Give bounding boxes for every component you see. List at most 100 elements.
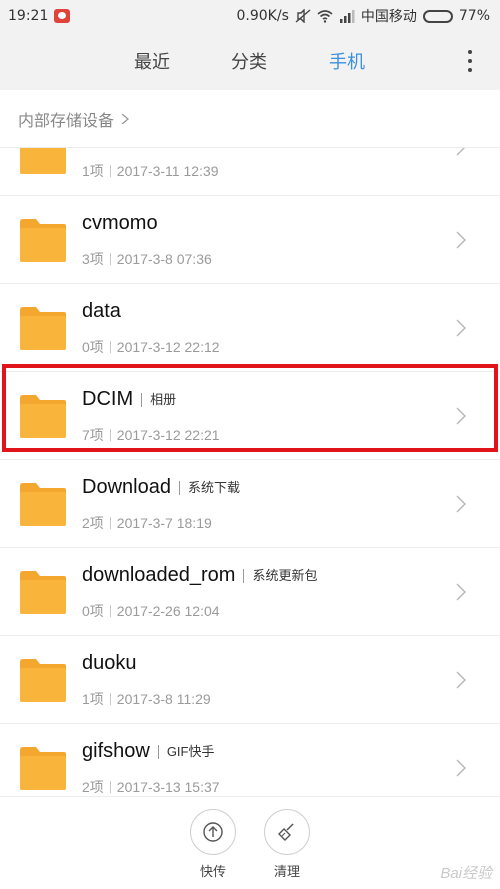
folder-icon xyxy=(20,219,66,262)
file-date: 2017-3-8 11:29 xyxy=(116,691,211,707)
file-date: 2017-3-12 22:21 xyxy=(116,427,220,443)
file-name: DCIM 相册 xyxy=(82,388,176,411)
file-name: cvmomo xyxy=(82,212,158,235)
file-item-count: 1项 xyxy=(82,163,104,179)
file-date: 2017-2-26 12:04 xyxy=(116,603,220,619)
file-meta: 1项 2017-3-11 12:39 xyxy=(82,161,219,181)
chevron-right-icon xyxy=(456,583,466,601)
chevron-right-icon xyxy=(456,671,466,689)
tab-bar: 最近 分类 手机 xyxy=(0,32,500,90)
share-button[interactable]: 快传 xyxy=(183,809,243,880)
file-name: data xyxy=(82,300,121,323)
file-name-text: cvmomo xyxy=(82,212,158,234)
more-menu-button[interactable] xyxy=(466,50,474,72)
chevron-right-icon xyxy=(456,407,466,425)
file-item-count: 0项 xyxy=(82,339,104,355)
file-name-text: duoku xyxy=(82,652,137,674)
tab-recent[interactable]: 最近 xyxy=(134,48,170,74)
file-meta: 0项 2017-2-26 12:04 xyxy=(82,601,220,621)
file-item-count: 3项 xyxy=(82,251,104,267)
file-tag: 相册 xyxy=(141,392,176,407)
folder-icon xyxy=(20,148,66,174)
meta-divider xyxy=(109,605,111,617)
tab-category[interactable]: 分类 xyxy=(231,48,267,74)
file-name: gifshow GIF快手 xyxy=(82,740,214,763)
file-date: 2017-3-7 18:19 xyxy=(116,515,212,531)
signal-icon xyxy=(339,10,355,23)
file-row-data[interactable]: data 0项 2017-3-12 22:12 xyxy=(0,284,500,372)
status-right: 0.90K/s 中国移动 77% xyxy=(237,6,491,26)
file-row-gifshow[interactable]: gifshow GIF快手 2项 2017-3-13 15:37 xyxy=(0,724,500,796)
folder-icon xyxy=(20,307,66,350)
folder-icon xyxy=(20,571,66,614)
file-date: 2017-3-13 15:37 xyxy=(116,779,220,795)
folder-icon xyxy=(20,395,66,438)
file-tag: 系统下载 xyxy=(178,480,240,495)
chevron-right-icon xyxy=(456,495,466,513)
file-item-count: 2项 xyxy=(82,515,104,531)
file-row-partial[interactable]: 1项 2017-3-11 12:39 xyxy=(0,148,500,196)
clean-label: 清理 xyxy=(273,865,300,880)
tab-phone[interactable]: 手机 xyxy=(329,48,365,74)
file-date: 2017-3-11 12:39 xyxy=(116,163,219,179)
file-name: duoku xyxy=(82,652,137,675)
file-item-count: 0项 xyxy=(82,603,104,619)
breadcrumb[interactable]: 内部存储设备 xyxy=(0,90,500,148)
file-tag: GIF快手 xyxy=(157,744,214,759)
file-meta: 0项 2017-3-12 22:12 xyxy=(82,337,220,357)
breadcrumb-label: 内部存储设备 xyxy=(18,110,115,130)
folder-icon xyxy=(20,659,66,702)
bottom-bar: 快传 清理 Bai经验 xyxy=(0,796,500,889)
meta-divider xyxy=(109,517,111,529)
file-name: downloaded_rom 系统更新包 xyxy=(82,564,317,587)
chevron-right-icon xyxy=(456,231,466,249)
file-meta: 2项 2017-3-7 18:19 xyxy=(82,513,212,533)
watermark: Bai经验 xyxy=(440,865,492,882)
chevron-right-icon xyxy=(456,759,466,777)
chevron-right-icon xyxy=(456,319,466,337)
file-row-downloaded_rom[interactable]: downloaded_rom 系统更新包 0项 2017-2-26 12:04 xyxy=(0,548,500,636)
more-dot-icon xyxy=(468,68,472,72)
carrier-name: 中国移动 xyxy=(360,9,417,25)
share-circle xyxy=(190,809,236,855)
status-bar: 19:21 0.90K/s 中国移动 77% xyxy=(0,0,500,32)
clean-button[interactable]: 清理 xyxy=(257,809,317,880)
file-tag: 系统更新包 xyxy=(243,568,317,583)
chevron-right-icon xyxy=(456,148,465,156)
file-item-count: 2项 xyxy=(82,779,104,795)
file-row-duoku[interactable]: duoku 1项 2017-3-8 11:29 xyxy=(0,636,500,724)
file-meta: 3项 2017-3-8 07:36 xyxy=(82,249,212,269)
file-row-cvmomo[interactable]: cvmomo 3项 2017-3-8 07:36 xyxy=(0,196,500,284)
more-dot-icon xyxy=(468,59,472,63)
meta-divider xyxy=(109,429,111,441)
folder-icon xyxy=(20,483,66,526)
file-meta: 7项 2017-3-12 22:21 xyxy=(82,425,220,445)
meta-divider xyxy=(109,165,111,177)
status-time: 19:21 xyxy=(8,8,49,24)
wifi-icon xyxy=(317,10,333,23)
status-left: 19:21 xyxy=(8,8,71,24)
file-list: 1项 2017-3-11 12:39 cvmomo 3项 2017-3-8 07:36 d… xyxy=(0,148,500,796)
file-row-download[interactable]: Download 系统下载 2项 2017-3-7 18:19 xyxy=(0,460,500,548)
more-dot-icon xyxy=(468,50,472,54)
file-date: 2017-3-8 07:36 xyxy=(116,251,212,267)
meta-divider xyxy=(109,253,111,265)
meta-divider xyxy=(109,341,111,353)
battery-icon xyxy=(422,9,453,23)
folder-icon xyxy=(20,747,66,790)
file-name: Download 系统下载 xyxy=(82,476,240,499)
file-date: 2017-3-12 22:12 xyxy=(116,339,220,355)
mute-icon xyxy=(295,9,311,23)
upload-icon xyxy=(203,822,223,842)
notification-app-icon xyxy=(54,9,71,23)
file-name-text: downloaded_rom xyxy=(82,564,236,586)
file-name-text: gifshow xyxy=(82,740,150,762)
share-label: 快传 xyxy=(199,865,226,880)
file-name-text: Download xyxy=(82,476,171,498)
file-meta: 2项 2017-3-13 15:37 xyxy=(82,777,220,796)
clean-circle xyxy=(264,809,310,855)
file-name-text: DCIM xyxy=(82,388,134,410)
file-row-dcim[interactable]: DCIM 相册 7项 2017-3-12 22:21 xyxy=(0,372,500,460)
meta-divider xyxy=(109,693,111,705)
battery-percent: 77% xyxy=(458,8,490,24)
